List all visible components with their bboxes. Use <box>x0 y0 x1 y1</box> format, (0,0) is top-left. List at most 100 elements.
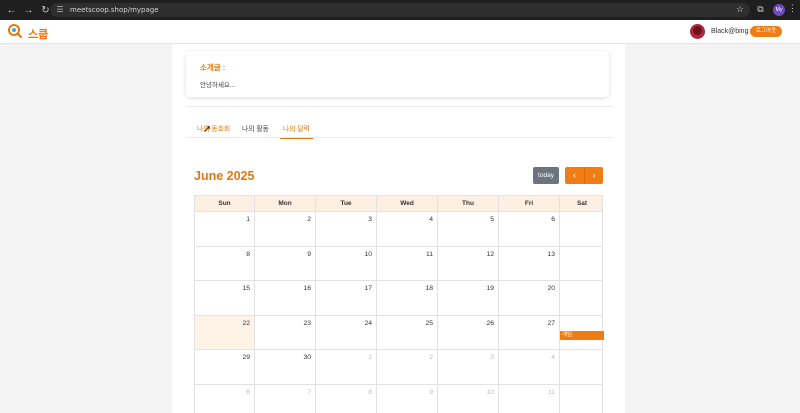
calendar-day-cell[interactable]: 29 <box>195 350 255 384</box>
day-number[interactable]: 6 <box>246 389 250 396</box>
calendar-day-cell[interactable]: 9 <box>255 246 316 280</box>
calendar-day-cell[interactable]: 10 <box>438 384 499 413</box>
calendar-day-cell[interactable]: 17 <box>316 281 377 315</box>
day-number[interactable]: 4 <box>429 216 433 223</box>
calendar-day-cell[interactable]: 6 <box>195 384 255 413</box>
day-number[interactable]: 5 <box>490 216 494 223</box>
forward-icon[interactable]: → <box>22 4 35 17</box>
calendar-day-cell[interactable]: 9 <box>377 384 438 413</box>
day-number[interactable]: 29 <box>242 354 250 361</box>
calendar-day-cell[interactable]: 2 <box>255 212 316 246</box>
calendar-day-cell[interactable]: 13 <box>499 246 560 280</box>
day-number[interactable]: 12 <box>486 251 494 258</box>
day-number[interactable]: 26 <box>486 320 494 327</box>
calendar-day-cell[interactable]: 6 <box>499 212 560 246</box>
day-number[interactable]: 4 <box>551 354 555 361</box>
calendar-day-cell[interactable] <box>560 247 604 281</box>
profile-avatar[interactable]: My <box>773 4 785 16</box>
calendar-day-cell[interactable]: 22 <box>195 315 255 349</box>
calendar-day-cell[interactable]: 20 <box>499 281 560 315</box>
day-number[interactable]: 13 <box>547 251 555 258</box>
calendar-day-cell[interactable]: 게임 <box>560 316 604 350</box>
day-number[interactable]: 2 <box>429 354 433 361</box>
calendar-day-cell[interactable]: 12 <box>438 246 499 280</box>
calendar-day-cell[interactable]: 25 <box>377 315 438 349</box>
day-number[interactable]: 8 <box>368 389 372 396</box>
day-number[interactable]: 27 <box>547 320 555 327</box>
tab-my-activity[interactable]: 나의 활동 <box>242 123 269 138</box>
day-number[interactable]: 1 <box>246 216 250 223</box>
user-avatar[interactable] <box>690 24 705 39</box>
calendar-day-cell[interactable]: 18 <box>377 281 438 315</box>
calendar-day-cell[interactable]: 1 <box>195 212 255 246</box>
calendar-day-cell[interactable]: 7 <box>255 384 316 413</box>
calendar-day-cell[interactable]: 15 <box>195 281 255 315</box>
day-number[interactable]: 1 <box>368 354 372 361</box>
day-number[interactable]: 24 <box>364 320 372 327</box>
day-number[interactable]: 18 <box>425 285 433 292</box>
day-number[interactable]: 16 <box>303 285 311 292</box>
calendar-day-cell[interactable]: 4 <box>377 212 438 246</box>
calendar-day-cell[interactable]: 4 <box>499 350 560 384</box>
calendar-day-cell[interactable]: 11 <box>377 246 438 280</box>
day-number[interactable]: 15 <box>242 285 250 292</box>
calendar-day-cell[interactable] <box>560 350 604 384</box>
day-number[interactable]: 19 <box>486 285 494 292</box>
calendar-day-cell[interactable]: 30 <box>255 350 316 384</box>
day-number[interactable]: 9 <box>307 251 311 258</box>
calendar-day-cell[interactable]: 23 <box>255 315 316 349</box>
address-bar[interactable]: ☰ meetscoop.shop/mypage ☆ <box>50 3 750 17</box>
calendar-day-cell[interactable]: 11 <box>499 384 560 413</box>
logo-text[interactable]: 스쿱 <box>28 26 48 42</box>
day-number[interactable]: 6 <box>551 216 555 223</box>
day-number[interactable]: 23 <box>303 320 311 327</box>
calendar-day-cell[interactable]: 8 <box>195 246 255 280</box>
day-number[interactable]: 10 <box>364 251 372 258</box>
day-number[interactable]: 7 <box>307 389 311 396</box>
calendar-day-cell[interactable]: 19 <box>438 281 499 315</box>
calendar-day-cell[interactable]: 16 <box>255 281 316 315</box>
calendar-event[interactable]: 게임 <box>560 330 604 340</box>
day-number[interactable]: 30 <box>303 354 311 361</box>
extensions-icon[interactable]: ⧉ <box>755 4 766 15</box>
calendar-day-cell[interactable]: 24 <box>316 315 377 349</box>
day-number[interactable]: 17 <box>364 285 372 292</box>
tab-my-calendar[interactable]: 나의 달력 <box>280 123 313 139</box>
calendar-day-cell[interactable]: 26 <box>438 315 499 349</box>
back-icon[interactable]: ← <box>5 4 18 17</box>
bookmark-star-icon[interactable]: ☆ <box>736 4 744 15</box>
url-text[interactable]: meetscoop.shop/mypage <box>70 6 159 14</box>
calendar-day-cell[interactable] <box>560 212 604 246</box>
calendar-day-cell[interactable]: 2 <box>377 350 438 384</box>
calendar-day-cell[interactable]: 8 <box>316 384 377 413</box>
logout-button[interactable]: 로그아웃 <box>750 26 782 37</box>
day-number[interactable]: 3 <box>490 354 494 361</box>
browser-menu-icon[interactable]: ⋮ <box>788 3 797 14</box>
calendar-day-cell[interactable] <box>560 281 604 315</box>
prev-month-button[interactable]: ‹ <box>565 167 584 184</box>
day-number[interactable]: 11 <box>548 389 555 396</box>
next-month-button[interactable]: › <box>584 167 603 184</box>
day-number[interactable]: 8 <box>246 251 250 258</box>
calendar-day-cell[interactable] <box>560 385 604 413</box>
calendar-day-cell[interactable]: 5 <box>438 212 499 246</box>
username[interactable]: Black@bing <box>711 28 748 35</box>
logo-icon[interactable] <box>8 24 22 38</box>
calendar-title: June 2025 <box>194 169 255 183</box>
day-number[interactable]: 3 <box>368 216 372 223</box>
calendar-day-cell[interactable]: 27 <box>499 315 560 349</box>
calendar-day-cell[interactable]: 10 <box>316 246 377 280</box>
site-info-icon[interactable]: ☰ <box>55 5 65 15</box>
calendar-day-cell[interactable]: 3 <box>438 350 499 384</box>
calendar-day-cell[interactable]: 3 <box>316 212 377 246</box>
tab-my-clubs[interactable]: 나의 동호회 <box>197 123 230 138</box>
day-number[interactable]: 2 <box>307 216 311 223</box>
today-button[interactable]: today <box>533 167 559 184</box>
day-number[interactable]: 11 <box>426 251 433 258</box>
day-number[interactable]: 25 <box>425 320 433 327</box>
day-number[interactable]: 9 <box>429 389 433 396</box>
day-number[interactable]: 10 <box>486 389 494 396</box>
day-number[interactable]: 22 <box>242 320 250 327</box>
day-number[interactable]: 20 <box>547 285 555 292</box>
calendar-day-cell[interactable]: 1 <box>316 350 377 384</box>
